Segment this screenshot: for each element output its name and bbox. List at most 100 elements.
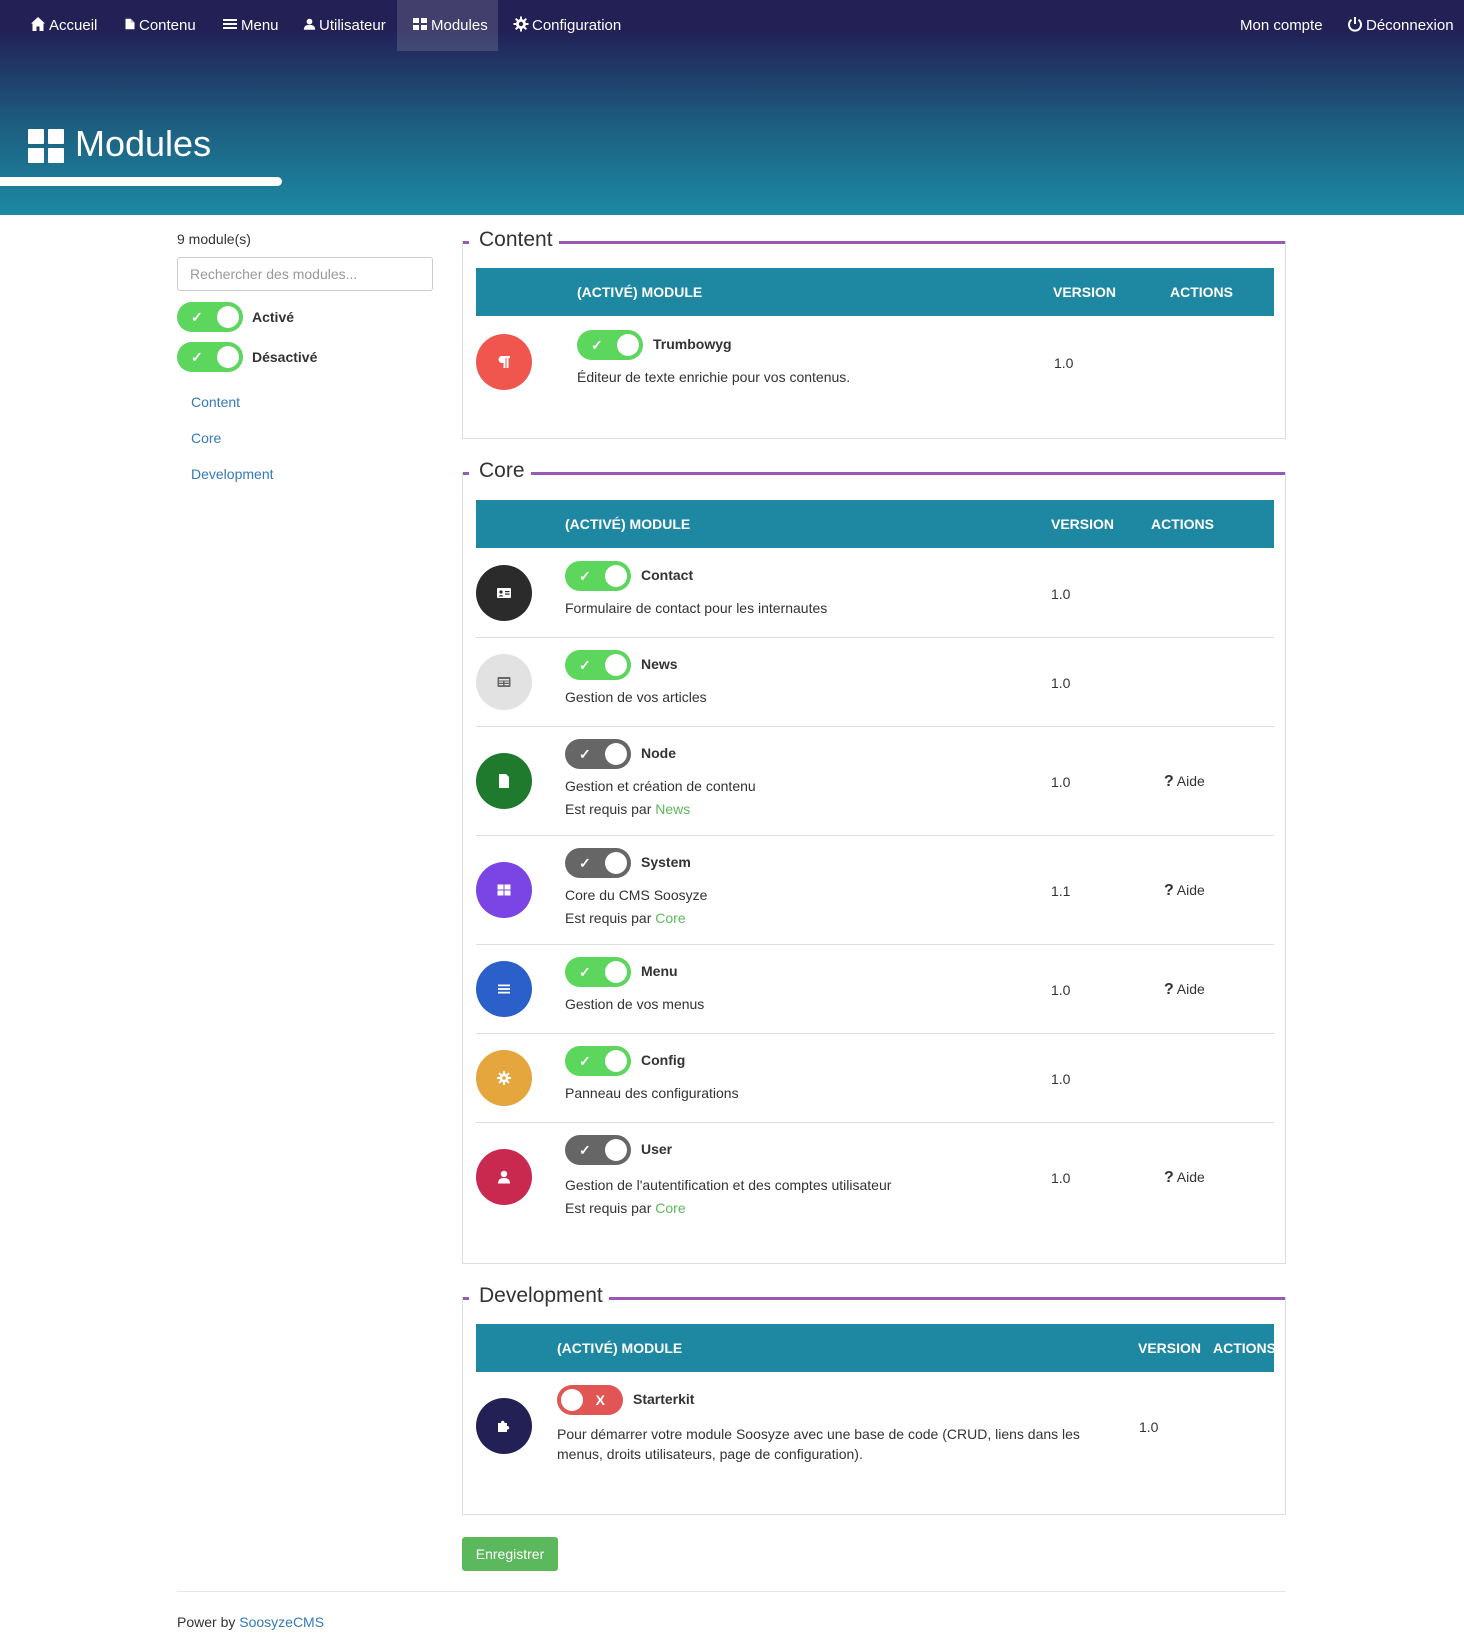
nav-item-account[interactable]: Mon compte: [1240, 0, 1323, 51]
module-name: Trumbowyg: [653, 336, 732, 352]
module-required-by: Est requis par News: [565, 801, 691, 817]
module-name: Config: [641, 1052, 686, 1068]
module-row-user: ✓ User Gestion de l'autentification et d…: [476, 1123, 1274, 1243]
column-actions: ACTIONS: [1170, 284, 1233, 300]
module-description: Formulaire de contact pour les internaut…: [565, 600, 828, 616]
file-icon: [499, 774, 509, 788]
th-large-icon: [413, 18, 427, 30]
nav-item-label: Menu: [241, 17, 279, 34]
help-link[interactable]: ? Aide: [1164, 882, 1205, 900]
group-title: Content: [479, 227, 559, 253]
module-row-starterkit: X Starterkit Pour démarrer votre module …: [476, 1373, 1274, 1493]
module-toggle-system[interactable]: ✓: [565, 848, 631, 878]
module-toggle-menu[interactable]: ✓: [565, 957, 631, 987]
nav-item-label: Déconnexion: [1366, 17, 1454, 34]
nav-item-accueil[interactable]: Accueil: [30, 0, 97, 51]
user-icon: [498, 1170, 510, 1184]
question-icon: ?: [1164, 1169, 1174, 1186]
question-icon: ?: [1164, 981, 1174, 998]
column-actions: ACTIONS: [1151, 516, 1214, 532]
required-by-link[interactable]: Core: [655, 910, 685, 926]
footer-link-soosyze[interactable]: SoosyzeCMS: [239, 1614, 324, 1630]
module-icon: [476, 862, 532, 918]
help-link[interactable]: ? Aide: [1164, 1169, 1205, 1187]
module-description: Éditeur de texte enrichie pour vos conte…: [577, 369, 851, 385]
column-module: (ACTIVÉ) MODULE: [565, 516, 691, 532]
column-module: (ACTIVÉ) MODULE: [557, 1340, 683, 1356]
module-toggle-trumbowyg[interactable]: ✓: [577, 330, 643, 360]
nav-item-contenu[interactable]: Contenu: [124, 0, 196, 51]
module-toggle-user[interactable]: ✓: [565, 1135, 631, 1165]
save-button[interactable]: Enregistrer: [462, 1537, 558, 1571]
nav-item-modules[interactable]: Modules: [397, 0, 498, 51]
module-name: Contact: [641, 567, 694, 583]
module-version: 1.0: [1051, 774, 1071, 790]
module-name: System: [641, 854, 691, 870]
module-version: 1.0: [1051, 586, 1071, 602]
page-title-text: Modules: [75, 123, 212, 164]
column-version: VERSION: [1053, 284, 1117, 300]
gear-icon: [497, 1071, 511, 1085]
module-icon: [476, 961, 532, 1017]
help-link[interactable]: ? Aide: [1164, 773, 1205, 791]
module-version: 1.0: [1051, 1170, 1071, 1186]
help-link[interactable]: ? Aide: [1164, 981, 1205, 999]
module-name: News: [641, 656, 678, 672]
module-row-trumbowyg: ✓ Trumbowyg Éditeur de texte enrichie po…: [476, 317, 1274, 417]
module-version: 1.0: [1051, 675, 1071, 691]
module-version: 1.1: [1051, 883, 1071, 899]
module-icon: [476, 1398, 532, 1454]
module-toggle-starterkit[interactable]: X: [557, 1385, 623, 1415]
sidebar-link-content[interactable]: Content: [191, 394, 240, 410]
nav-item-logout[interactable]: Déconnexion: [1347, 0, 1454, 51]
column-module: (ACTIVÉ) MODULE: [577, 284, 703, 300]
power-icon: [1348, 17, 1362, 32]
module-icon: [476, 334, 532, 390]
module-toggle-node[interactable]: ✓: [565, 739, 631, 769]
module-version: 1.0: [1139, 1419, 1159, 1435]
group-content: Content (ACTIVÉ) MODULE VERSION ACTIONS …: [462, 227, 1286, 439]
nav-item-menu[interactable]: Menu: [222, 0, 279, 51]
nav-item-label: Modules: [431, 17, 488, 34]
module-description: Gestion et création de contenu: [565, 778, 756, 794]
module-description: Pour démarrer votre module Soosyze avec …: [557, 1426, 1080, 1462]
bars-icon: [498, 984, 510, 994]
paragraph-icon: [498, 356, 510, 368]
gear-icon: [513, 16, 529, 32]
nav-item-label: Configuration: [532, 17, 622, 34]
nav-item-utilisateur[interactable]: Utilisateur: [303, 0, 386, 51]
column-version: VERSION: [1138, 1340, 1202, 1356]
filter-active-toggle[interactable]: ✓: [177, 302, 243, 332]
module-row-contact: ✓ Contact Formulaire de contact pour les…: [476, 549, 1274, 638]
newspaper-icon: [497, 677, 511, 687]
module-toggle-config[interactable]: ✓: [565, 1046, 631, 1076]
question-icon: ?: [1164, 773, 1174, 790]
filter-inactive-toggle[interactable]: ✓: [177, 342, 243, 372]
required-by-link[interactable]: Core: [655, 1200, 685, 1216]
address-card-icon: [497, 588, 511, 598]
th-large-icon: [497, 884, 511, 896]
group-title: Core: [479, 458, 531, 484]
module-name: Starterkit: [633, 1391, 695, 1407]
module-required-by: Est requis par Core: [565, 1200, 686, 1216]
sidebar-link-core[interactable]: Core: [191, 430, 221, 446]
th-large-icon: [28, 129, 64, 163]
module-row-menu: ✓ Menu Gestion de vos menus 1.0 ? Aide: [476, 945, 1274, 1034]
home-icon: [31, 17, 45, 31]
module-required-by: Est requis par Core: [565, 910, 686, 926]
module-name: Node: [641, 745, 676, 761]
module-toggle-contact[interactable]: ✓: [565, 561, 631, 591]
nav-item-configuration[interactable]: Configuration: [513, 0, 621, 51]
puzzle-icon: [498, 1420, 510, 1432]
filter-inactive-label: Désactivé: [252, 349, 318, 365]
module-icon: [476, 1050, 532, 1106]
module-toggle-news[interactable]: ✓: [565, 650, 631, 680]
title-underline: [0, 177, 282, 186]
filter-active-label: Activé: [252, 309, 295, 325]
module-icon: [476, 565, 532, 621]
module-version: 1.0: [1051, 982, 1071, 998]
search-input[interactable]: [177, 257, 433, 291]
sidebar-link-development[interactable]: Development: [191, 466, 274, 482]
required-by-link[interactable]: News: [655, 801, 690, 817]
nav-item-label: Utilisateur: [319, 17, 386, 34]
